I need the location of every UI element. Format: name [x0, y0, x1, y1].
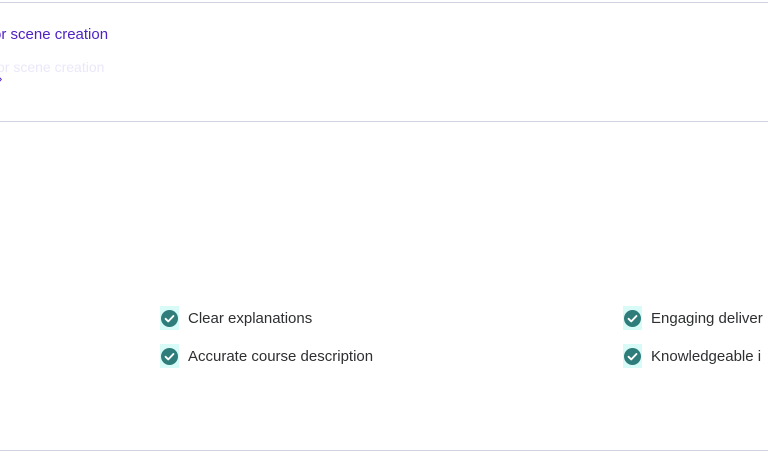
feature-item-knowledgeable: Knowledgeable i [623, 344, 761, 368]
check-circle-icon [623, 344, 642, 368]
feature-label: Knowledgeable i [651, 347, 762, 365]
check-circle-icon [160, 306, 179, 330]
feature-label: Accurate course description [188, 347, 374, 365]
feature-label: Engaging deliver [651, 309, 763, 327]
chevron-right-icon[interactable]: › [0, 71, 2, 87]
feature-item-accurate-course-description: Accurate course description [160, 344, 373, 368]
scene-creation-link[interactable]: or scene creation [0, 25, 108, 44]
feature-label: Clear explanations [188, 309, 313, 327]
top-divider [0, 2, 768, 3]
faded-subtext: or scene creation [0, 59, 105, 75]
check-circle-icon [160, 344, 179, 368]
feature-item-engaging-delivery: Engaging deliver [623, 306, 763, 330]
bottom-divider [0, 450, 768, 451]
feature-item-clear-explanations: Clear explanations [160, 306, 312, 330]
check-circle-icon [623, 306, 642, 330]
section-divider [0, 121, 768, 122]
